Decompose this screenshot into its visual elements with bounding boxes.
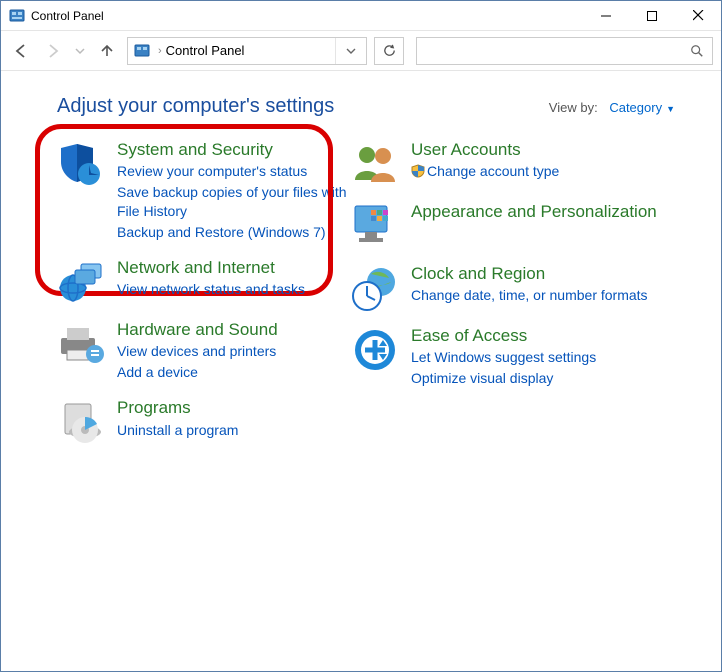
category-body: Programs Uninstall a program [117, 398, 347, 446]
nav-forward-button[interactable] [41, 39, 65, 63]
nav-up-button[interactable] [95, 39, 119, 63]
search-box[interactable] [416, 37, 713, 65]
category-link[interactable]: Review your computer's status [117, 162, 347, 181]
content-area: Adjust your computer's settings View by:… [1, 71, 721, 671]
category-body: Clock and Region Change date, time, or n… [411, 264, 691, 312]
category-body: Hardware and Sound View devices and prin… [117, 320, 347, 384]
category-ease-of-access: Ease of Access Let Windows suggest setti… [351, 326, 691, 390]
category-title[interactable]: Programs [117, 398, 347, 418]
category-body: Appearance and Personalization [411, 202, 691, 250]
category-appearance: Appearance and Personalization [351, 202, 691, 250]
view-by-value: Category [609, 100, 662, 115]
users-icon [351, 140, 399, 188]
address-dropdown[interactable] [335, 38, 366, 64]
network-icon [57, 258, 105, 306]
category-body: Network and Internet View network status… [117, 258, 347, 306]
breadcrumb[interactable]: Control Panel [166, 43, 249, 58]
shield-icon [57, 140, 105, 188]
address-bar[interactable]: › Control Panel [127, 37, 367, 65]
toolbar: › Control Panel [1, 31, 721, 71]
minimize-button[interactable] [583, 1, 629, 30]
category-link[interactable]: View network status and tasks [117, 280, 347, 299]
close-button[interactable] [675, 1, 721, 30]
category-link[interactable]: Save backup copies of your files with Fi… [117, 183, 347, 221]
category-title[interactable]: System and Security [117, 140, 347, 160]
titlebar: Control Panel [1, 1, 721, 31]
category-title[interactable]: Appearance and Personalization [411, 202, 691, 222]
column-right: User Accounts Change account type Appear… [351, 140, 691, 460]
category-link[interactable]: Add a device [117, 363, 347, 382]
category-programs: Programs Uninstall a program [57, 398, 347, 446]
column-left: System and Security Review your computer… [57, 140, 347, 460]
search-input[interactable] [425, 42, 690, 59]
search-icon[interactable] [690, 44, 704, 58]
category-link[interactable]: Change account type [411, 162, 691, 181]
page-title: Adjust your computer's settings [57, 95, 549, 118]
category-link[interactable]: Uninstall a program [117, 421, 347, 440]
control-panel-window: Control Panel › Control Panel [0, 0, 722, 672]
chevron-down-icon: ▼ [666, 104, 675, 114]
appearance-icon [351, 202, 399, 250]
category-hardware-sound: Hardware and Sound View devices and prin… [57, 320, 347, 384]
category-link[interactable]: View devices and printers [117, 342, 347, 361]
category-link[interactable]: Backup and Restore (Windows 7) [117, 223, 347, 242]
category-link[interactable]: Let Windows suggest settings [411, 348, 691, 367]
category-clock-region: Clock and Region Change date, time, or n… [351, 264, 691, 312]
category-grid: System and Security Review your computer… [57, 140, 691, 460]
control-panel-icon [134, 43, 150, 59]
programs-icon [57, 398, 105, 446]
chevron-right-icon: › [158, 45, 162, 57]
window-controls [583, 1, 721, 30]
category-body: Ease of Access Let Windows suggest setti… [411, 326, 691, 390]
printer-icon [57, 320, 105, 368]
clock-globe-icon [351, 264, 399, 312]
category-title[interactable]: Hardware and Sound [117, 320, 347, 340]
category-network-internet: Network and Internet View network status… [57, 258, 347, 306]
header-row: Adjust your computer's settings View by:… [57, 95, 691, 118]
category-system-security: System and Security Review your computer… [57, 140, 347, 244]
nav-back-button[interactable] [9, 39, 33, 63]
category-body: User Accounts Change account type [411, 140, 691, 188]
category-body: System and Security Review your computer… [117, 140, 347, 244]
category-title[interactable]: User Accounts [411, 140, 691, 160]
control-panel-icon [9, 8, 25, 24]
ease-of-access-icon [351, 326, 399, 374]
view-by-selector[interactable]: View by: Category ▼ [549, 100, 675, 115]
view-by-label: View by: [549, 100, 598, 115]
category-title[interactable]: Clock and Region [411, 264, 691, 284]
category-title[interactable]: Network and Internet [117, 258, 347, 278]
nav-recent-dropdown[interactable] [73, 39, 87, 63]
maximize-button[interactable] [629, 1, 675, 30]
window-title: Control Panel [31, 9, 583, 23]
category-title[interactable]: Ease of Access [411, 326, 691, 346]
category-link[interactable]: Optimize visual display [411, 369, 691, 388]
refresh-button[interactable] [374, 37, 404, 65]
shield-icon [411, 164, 425, 178]
category-link[interactable]: Change date, time, or number formats [411, 286, 691, 305]
category-user-accounts: User Accounts Change account type [351, 140, 691, 188]
